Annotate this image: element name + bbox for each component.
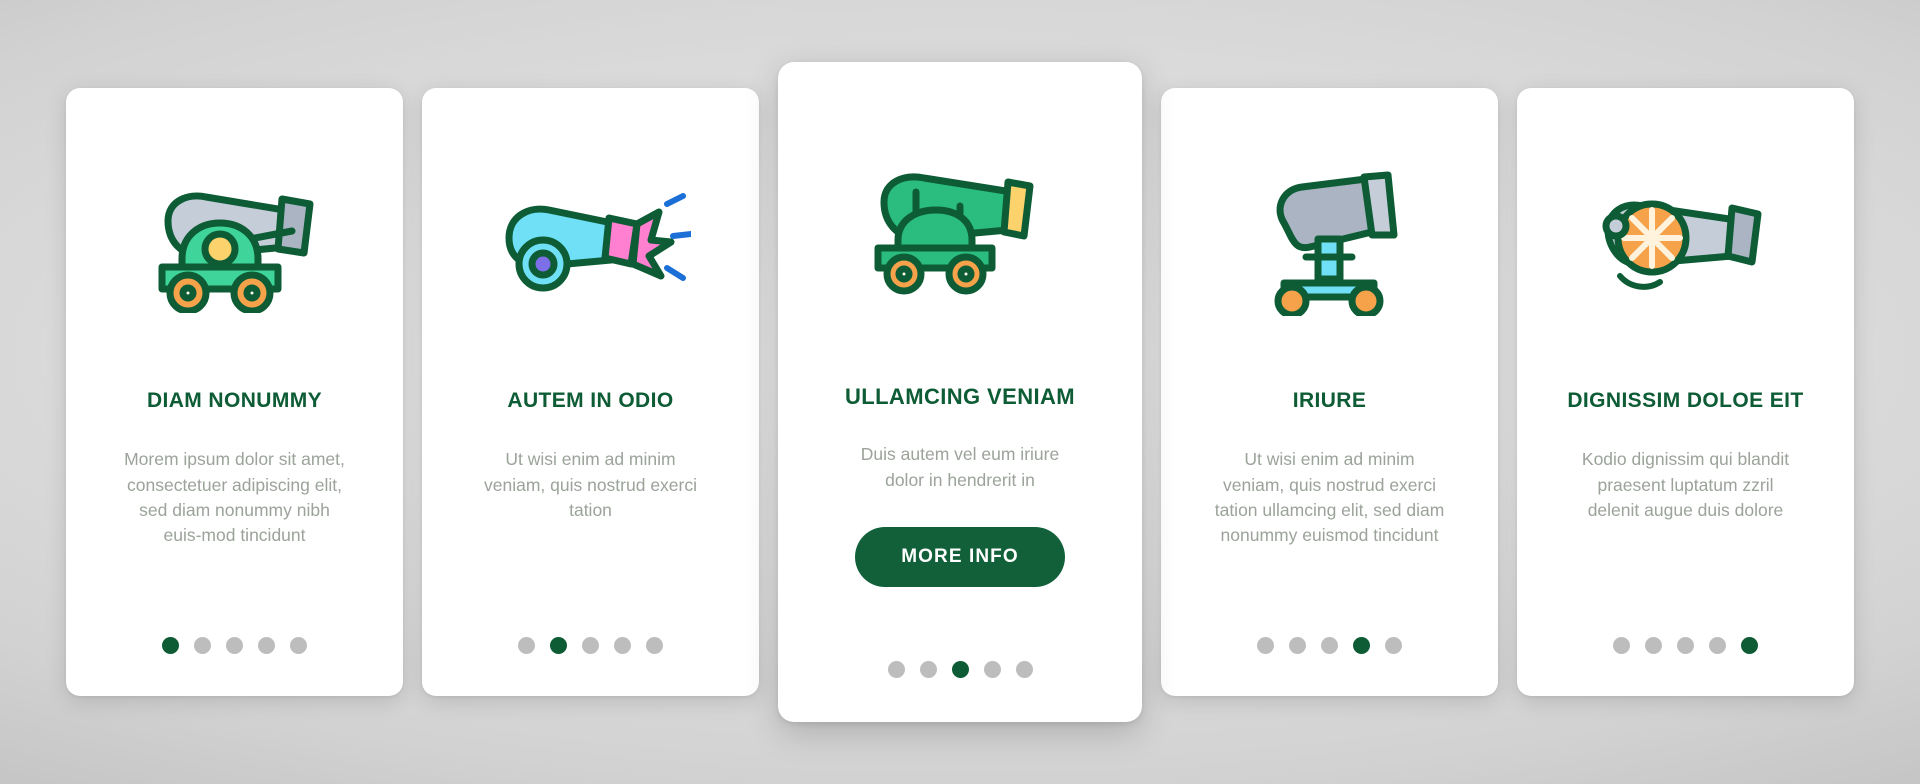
pagination-dots bbox=[422, 637, 759, 654]
cannon-firing-pink-blast-icon bbox=[505, 193, 691, 292]
card-illustration bbox=[778, 62, 1142, 384]
pagination-dot-3[interactable] bbox=[226, 637, 243, 654]
card-title: AUTEM IN ODIO bbox=[507, 389, 674, 412]
more-info-button[interactable]: MORE INFO bbox=[855, 527, 1065, 588]
pagination-dot-1[interactable] bbox=[887, 661, 905, 678]
cannon-green-icon bbox=[874, 173, 1034, 295]
card-illustration bbox=[1161, 88, 1498, 388]
pagination-dot-3-active[interactable] bbox=[951, 661, 969, 678]
onboarding-card-1[interactable]: DIAM NONUMMY Morem ipsum dolor sit amet, … bbox=[66, 88, 403, 696]
card-illustration bbox=[66, 88, 403, 388]
pagination-dots bbox=[778, 661, 1142, 678]
card-title: DIAM NONUMMY bbox=[146, 389, 323, 412]
pagination-dot-5[interactable] bbox=[646, 637, 663, 654]
pagination-dot-1[interactable] bbox=[518, 637, 535, 654]
card-description: Ut wisi enim ad minim veniam, quis nostr… bbox=[1214, 449, 1445, 546]
card-description: Kodio dignissim qui blandit praesent lup… bbox=[1581, 449, 1790, 520]
card-title: IRIURE bbox=[1292, 389, 1367, 412]
pagination-dot-4-active[interactable] bbox=[1353, 637, 1370, 654]
card-description: Morem ipsum dolor sit amet, consectetuer… bbox=[124, 449, 345, 546]
cannon-gray-barrel-icon bbox=[158, 192, 313, 313]
pagination-dot-1[interactable] bbox=[1613, 637, 1630, 654]
pagination-dot-3[interactable] bbox=[1321, 637, 1338, 654]
onboarding-cards-stage: DIAM NONUMMY Morem ipsum dolor sit amet, … bbox=[0, 0, 1920, 784]
card-description: Duis autem vel eum iriure dolor in hendr… bbox=[860, 444, 1060, 490]
pagination-dot-3[interactable] bbox=[582, 637, 599, 654]
pagination-dot-4[interactable] bbox=[258, 637, 275, 654]
card-title: DIGNISSIM DOLOE EIT bbox=[1567, 389, 1804, 412]
card-title: ULLAMCING VENIAM bbox=[844, 384, 1076, 409]
pagination-dot-2[interactable] bbox=[1289, 637, 1306, 654]
pagination-dots bbox=[1517, 637, 1854, 654]
onboarding-card-4[interactable]: IRIURE Ut wisi enim ad minim veniam, quis… bbox=[1161, 88, 1498, 696]
pagination-dots bbox=[66, 637, 403, 654]
card-illustration bbox=[1517, 88, 1854, 388]
pagination-dot-4[interactable] bbox=[983, 661, 1001, 678]
pagination-dot-5[interactable] bbox=[1015, 661, 1033, 678]
cannon-mortar-upright-icon bbox=[1274, 171, 1397, 316]
pagination-dots bbox=[1161, 637, 1498, 654]
pagination-dot-5-active[interactable] bbox=[1741, 637, 1758, 654]
pagination-dot-2[interactable] bbox=[919, 661, 937, 678]
pagination-dot-2[interactable] bbox=[1645, 637, 1662, 654]
onboarding-card-3[interactable]: ULLAMCING VENIAM Duis autem vel eum iriur… bbox=[778, 62, 1142, 722]
pagination-dot-5[interactable] bbox=[290, 637, 307, 654]
pagination-dot-1-active[interactable] bbox=[162, 637, 179, 654]
onboarding-card-2[interactable]: AUTEM IN ODIO Ut wisi enim ad minim venia… bbox=[422, 88, 759, 696]
pagination-dot-4[interactable] bbox=[1709, 637, 1726, 654]
cannon-orange-wheel-icon bbox=[1602, 200, 1761, 290]
pagination-dot-2-active[interactable] bbox=[550, 637, 567, 654]
pagination-dot-2[interactable] bbox=[194, 637, 211, 654]
card-description: Ut wisi enim ad minim veniam, quis nostr… bbox=[483, 449, 698, 520]
pagination-dot-1[interactable] bbox=[1257, 637, 1274, 654]
onboarding-card-5[interactable]: DIGNISSIM DOLOE EIT Kodio dignissim qui b… bbox=[1517, 88, 1854, 696]
pagination-dot-4[interactable] bbox=[614, 637, 631, 654]
pagination-dot-5[interactable] bbox=[1385, 637, 1402, 654]
pagination-dot-3[interactable] bbox=[1677, 637, 1694, 654]
card-illustration bbox=[422, 88, 759, 388]
